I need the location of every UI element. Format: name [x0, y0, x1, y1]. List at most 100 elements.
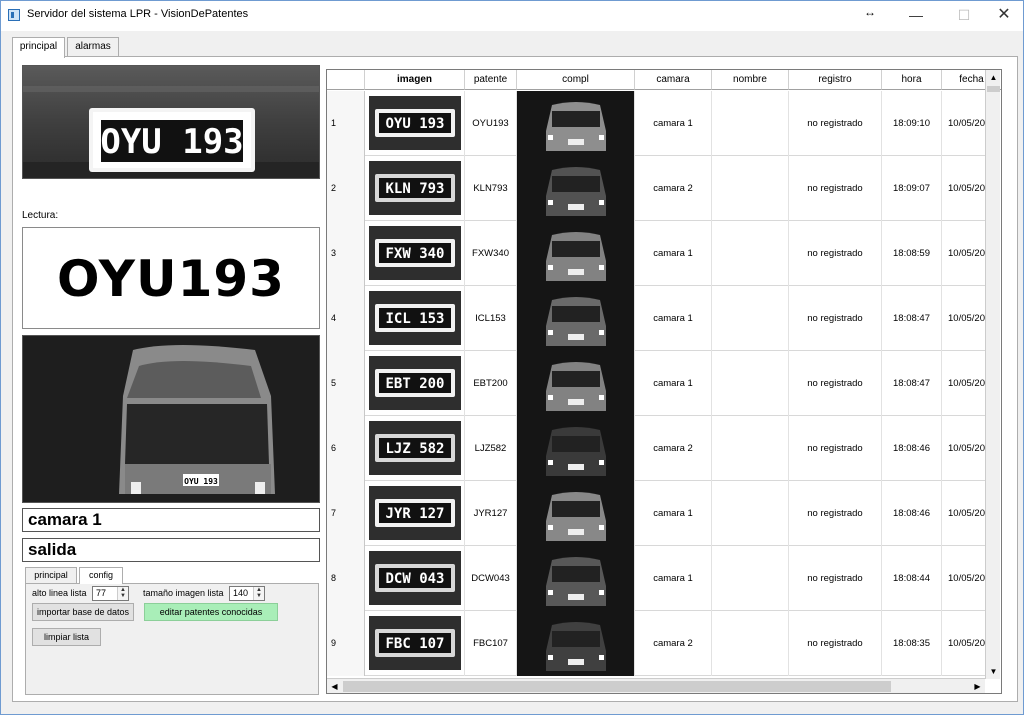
row-number[interactable]: 7 [327, 481, 365, 546]
tab-principal[interactable]: principal [12, 37, 65, 58]
table-row[interactable]: 2 KLN 793 KLN793 camara 2 no registrado 18:09… [327, 156, 987, 221]
cell-imagen: FBC 107 [365, 611, 465, 676]
column-header-compl[interactable]: compl [517, 70, 635, 90]
scroll-right-icon[interactable]: ▶ [970, 679, 985, 694]
cell-imagen: ICL 153 [365, 286, 465, 351]
column-header-hora[interactable]: hora [882, 70, 942, 90]
column-header-camara[interactable]: camara [635, 70, 712, 90]
cell-patente: ICL153 [465, 286, 517, 351]
cell-imagen: EBT 200 [365, 351, 465, 416]
cell-compl [517, 611, 635, 676]
tab-alarmas[interactable]: alarmas [67, 37, 119, 57]
cell-nombre [712, 611, 789, 676]
table-row[interactable]: 8 DCW 043 DCW043 camara 1 no registrado 18:08… [327, 546, 987, 611]
table-row[interactable]: 4 ICL 153 ICL153 camara 1 no registrado 18:08… [327, 286, 987, 351]
plate-thumbnail-text: FBC 107 [385, 636, 444, 652]
scroll-up-icon[interactable]: ▲ [986, 70, 1001, 85]
cell-patente: LJZ582 [465, 416, 517, 481]
plate-image: OYU 193 [22, 65, 320, 179]
plate-thumbnail: LJZ 582 [369, 421, 461, 475]
subtab-config[interactable]: config [79, 567, 123, 584]
cell-nombre [712, 416, 789, 481]
app-window: Servidor del sistema LPR - VisionDePaten… [0, 0, 1024, 715]
window-title: Servidor del sistema LPR - VisionDePaten… [27, 8, 249, 20]
vehicle-thumbnail [518, 611, 634, 676]
table-row[interactable]: 6 LJZ 582 LJZ582 camara 2 no registrado 18:08… [327, 416, 987, 481]
minimize-button[interactable]: — [893, 1, 939, 31]
plate-thumbnail: KLN 793 [369, 161, 461, 215]
scroll-left-icon[interactable]: ◀ [327, 679, 342, 694]
vertical-scrollbar[interactable]: ▲ ▼ [985, 70, 1000, 679]
plate-thumbnail-text: KLN 793 [385, 181, 444, 197]
spinner-arrows-icon[interactable]: ▲ ▼ [117, 587, 128, 600]
row-number[interactable]: 6 [327, 416, 365, 481]
table-row[interactable]: 7 JYR 127 JYR127 camara 1 no registrado 18:08… [327, 481, 987, 546]
cell-compl [517, 91, 635, 156]
vehicle-thumbnail [518, 481, 634, 546]
title-bar: Servidor del sistema LPR - VisionDePaten… [1, 1, 1023, 31]
row-number[interactable]: 4 [327, 286, 365, 351]
cell-patente: OYU193 [465, 91, 517, 156]
table-row[interactable]: 3 FXW 340 FXW340 camara 1 no registrado 18:08… [327, 221, 987, 286]
column-header-nombre[interactable]: nombre [712, 70, 789, 90]
corner-header [327, 70, 365, 90]
clear-list-button[interactable]: limpiar lista [32, 628, 101, 646]
cell-imagen: JYR 127 [365, 481, 465, 546]
row-number[interactable]: 3 [327, 221, 365, 286]
row-number[interactable]: 9 [327, 611, 365, 676]
row-number[interactable]: 1 [327, 91, 365, 156]
plate-thumbnail: FBC 107 [369, 616, 461, 670]
row-number[interactable]: 8 [327, 546, 365, 611]
cell-registro: no registrado [789, 351, 882, 416]
column-header-imagen[interactable]: imagen [365, 70, 465, 90]
cell-camara: camara 1 [635, 351, 712, 416]
plate-thumbnail: EBT 200 [369, 356, 461, 410]
alto-linea-label: alto linea lista [32, 588, 87, 598]
cell-compl [517, 221, 635, 286]
tamano-imagen-label: tamaño imagen lista [143, 588, 224, 598]
vertical-scroll-thumb[interactable] [987, 86, 1000, 92]
cell-nombre [712, 221, 789, 286]
import-database-button[interactable]: importar base de datos [32, 603, 134, 621]
plate-thumbnail-text: EBT 200 [385, 376, 444, 392]
cell-camara: camara 1 [635, 481, 712, 546]
cell-registro: no registrado [789, 611, 882, 676]
cell-imagen: KLN 793 [365, 156, 465, 221]
cell-registro: no registrado [789, 546, 882, 611]
lectura-value: OYU193 [22, 227, 320, 329]
plate-thumbnail: JYR 127 [369, 486, 461, 540]
cell-hora: 18:09:07 [882, 156, 942, 221]
subtab-principal[interactable]: principal [25, 567, 77, 583]
cell-registro: no registrado [789, 286, 882, 351]
column-header-registro[interactable]: registro [789, 70, 882, 90]
row-number[interactable]: 5 [327, 351, 365, 416]
alto-linea-value: 77 [96, 588, 107, 598]
plate-thumbnail-text: DCW 043 [385, 571, 444, 587]
vehicle-thumbnail [518, 351, 634, 416]
cell-compl [517, 546, 635, 611]
plate-thumbnail: FXW 340 [369, 226, 461, 280]
row-number[interactable]: 2 [327, 156, 365, 221]
edit-known-plates-button[interactable]: editar patentes conocidas [144, 603, 278, 621]
resize-cursor-icon: ↔ [864, 5, 876, 19]
cell-compl [517, 416, 635, 481]
cell-patente: FXW340 [465, 221, 517, 286]
spinner-arrows-icon[interactable]: ▲ ▼ [253, 587, 264, 600]
horizontal-scroll-thumb[interactable] [343, 681, 891, 692]
table-row[interactable]: 9 FBC 107 FBC107 camara 2 no registrado 18:08… [327, 611, 987, 676]
tamano-imagen-spinner[interactable]: 140 ▲ ▼ [229, 586, 265, 601]
cell-patente: FBC107 [465, 611, 517, 676]
vehicle-thumbnail [518, 91, 634, 156]
horizontal-scrollbar[interactable]: ◀ ▶ [327, 678, 985, 693]
cell-hora: 18:08:59 [882, 221, 942, 286]
column-header-patente[interactable]: patente [465, 70, 517, 90]
cell-patente: JYR127 [465, 481, 517, 546]
table-row[interactable]: 1 OYU 193 OYU193 camara 1 no registrado 18:09… [327, 91, 987, 156]
cell-registro: no registrado [789, 481, 882, 546]
scroll-down-icon[interactable]: ▼ [986, 664, 1001, 679]
table-row[interactable]: 5 EBT 200 EBT200 camara 1 no registrado 18:08… [327, 351, 987, 416]
cell-camara: camara 1 [635, 546, 712, 611]
cell-nombre [712, 481, 789, 546]
close-button[interactable]: ✕ [981, 1, 1024, 31]
alto-linea-spinner[interactable]: 77 ▲ ▼ [92, 586, 129, 601]
